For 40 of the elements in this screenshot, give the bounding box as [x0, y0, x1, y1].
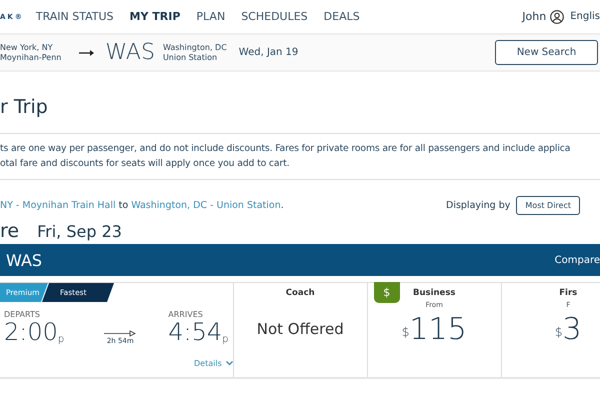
- fare-notice: ts are one way per passenger, and do not include discounts. Fares for private rooms are for all passengers and include applica otal fare and discounts for seats will apply once you add to cart.: [0, 134, 600, 180]
- language-link[interactable]: Englis: [570, 11, 600, 22]
- fare-cell[interactable]: Coach Not Offered: [234, 283, 368, 377]
- sort-button[interactable]: Most Direct: [516, 196, 580, 214]
- nav-link[interactable]: TRAIN STATUS: [36, 10, 114, 23]
- departure-label: DEPARTS: [4, 310, 41, 319]
- destination-code: WAS: [105, 40, 155, 65]
- chevron-icon: [226, 361, 233, 366]
- details-link[interactable]: Details: [194, 359, 233, 368]
- arrow-icon: [104, 330, 136, 337]
- fare-price: $^{$}$3: [554, 313, 582, 347]
- user-name[interactable]: John: [522, 10, 546, 23]
- destination-code: WAS: [6, 250, 42, 270]
- departure-time: 2:00$_{p}$: [4, 319, 64, 348]
- price-badge: $: [374, 282, 400, 303]
- travel-date: Wed, Jan 19: [238, 47, 298, 58]
- compare-link[interactable]: Compare: [554, 254, 600, 266]
- nav-link[interactable]: DEALS: [324, 10, 360, 23]
- fare-class: Coach: [286, 288, 315, 298]
- arrival-time: 4:54$_{p}$: [168, 319, 229, 348]
- nav-link[interactable]: SCHEDULES: [241, 10, 308, 23]
- fare-class: Business: [413, 288, 456, 298]
- fare-price: $^{$}$115: [402, 313, 467, 347]
- page-heading: r Trip: [0, 72, 600, 134]
- arrow-icon: [79, 50, 94, 56]
- fare-status: Not Offered: [256, 320, 344, 338]
- sort-label: Displaying by: [446, 200, 510, 210]
- route-description: NY - Moynihan Train Hall to Washington, DC - Union Station.: [0, 200, 284, 210]
- user-icon[interactable]: [550, 10, 564, 24]
- origin-station: New York, NY Moynihan-Penn: [0, 42, 62, 62]
- station-link[interactable]: NY - Moynihan Train Hall: [0, 200, 116, 210]
- nav-link[interactable]: PLAN: [196, 10, 226, 23]
- section-title: re: [0, 220, 20, 242]
- nav-link[interactable]: MY TRIP: [130, 10, 180, 23]
- station-link[interactable]: Washington, DC - Union Station: [131, 200, 281, 210]
- destination-station: Washington, DC Union Station: [162, 42, 227, 62]
- arrival-label: ARRIVES: [168, 310, 204, 319]
- departure-date: Fri, Sep 23: [37, 222, 122, 241]
- new-search-button[interactable]: New Search: [495, 40, 598, 65]
- fare-class: Firs: [559, 288, 578, 298]
